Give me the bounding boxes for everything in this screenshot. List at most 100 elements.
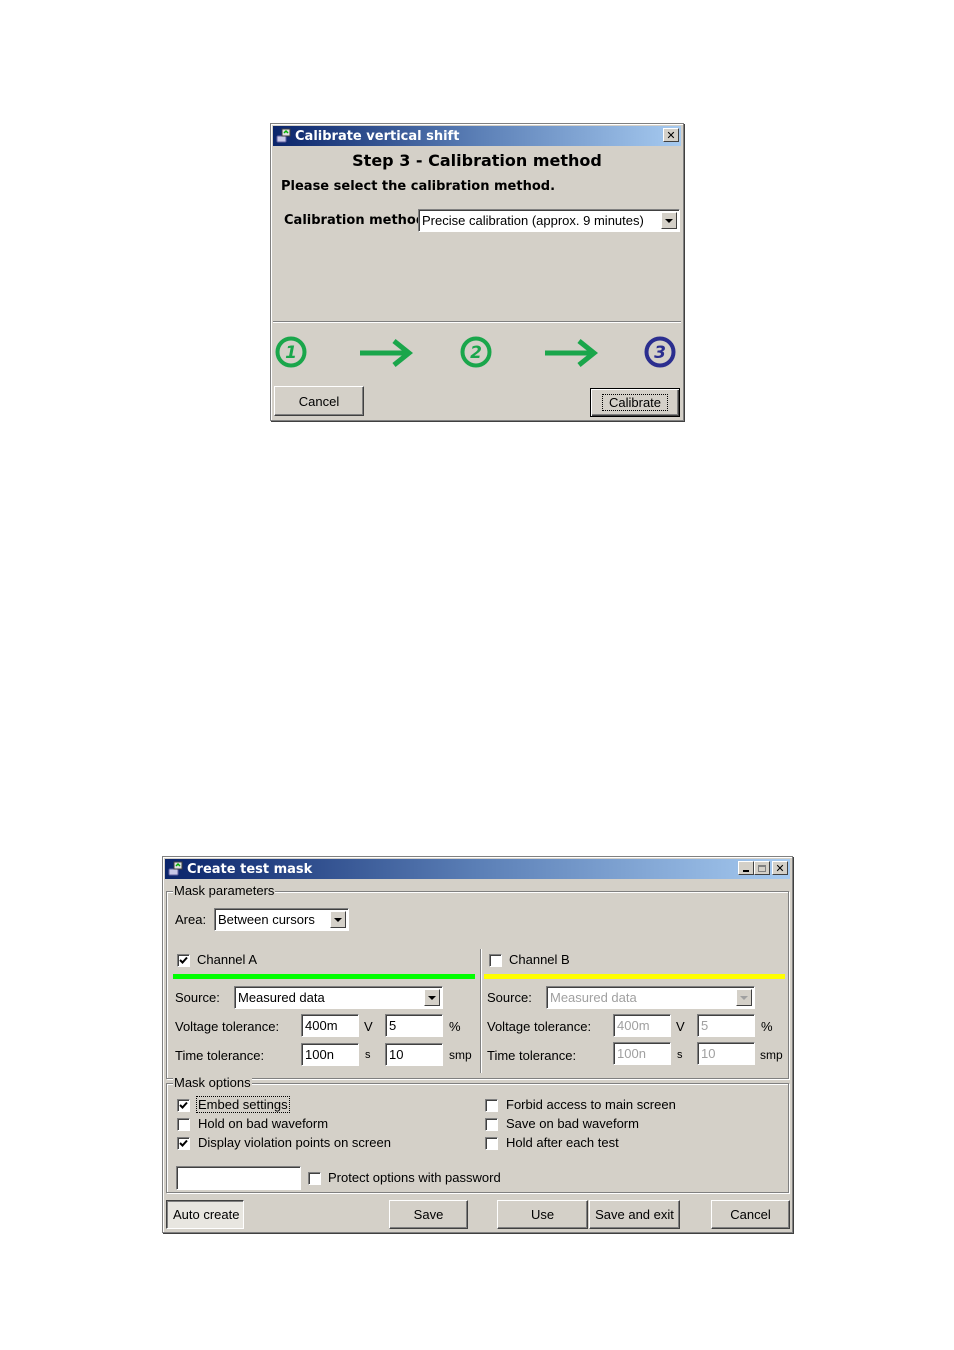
app-icon bbox=[276, 128, 292, 144]
display-violation-points-label: Display violation points on screen bbox=[198, 1135, 391, 1150]
step-3-indicator: 3 bbox=[644, 336, 676, 368]
channel-divider bbox=[480, 949, 482, 1073]
mask-options-title: Mask options bbox=[173, 1075, 252, 1090]
channel-b-samples-value: 10 bbox=[701, 1046, 716, 1061]
channel-b-time-label: Time tolerance: bbox=[487, 1048, 577, 1063]
channel-a-label: Channel A bbox=[197, 952, 257, 967]
channel-a-time-value: 100n bbox=[305, 1047, 334, 1062]
channel-b-checkbox[interactable] bbox=[489, 954, 502, 967]
cancel-label: Cancel bbox=[730, 1207, 771, 1222]
channel-b-label: Channel B bbox=[509, 952, 570, 967]
channel-b-voltage-input[interactable]: 400m bbox=[613, 1014, 671, 1037]
hold-on-bad-waveform-checkbox[interactable] bbox=[177, 1118, 190, 1131]
step-1-indicator: 1 bbox=[275, 336, 307, 368]
channel-a-samples-input[interactable]: 10 bbox=[385, 1043, 443, 1066]
dialog-titlebar: Calibrate vertical shift ✕ bbox=[273, 126, 681, 146]
auto-create-button[interactable]: Auto create bbox=[166, 1200, 244, 1229]
channel-a-voltage-input[interactable]: 400m bbox=[301, 1014, 359, 1037]
channel-b-voltage-pct-input[interactable]: 5 bbox=[697, 1014, 755, 1037]
display-violation-points-checkbox[interactable] bbox=[177, 1137, 190, 1150]
channel-a-voltage-label: Voltage tolerance: bbox=[175, 1019, 280, 1034]
arrow-right-icon bbox=[358, 338, 414, 371]
arrow-right-icon bbox=[543, 338, 599, 371]
channel-a-voltage-value: 400m bbox=[305, 1018, 338, 1033]
create-test-mask-dialog: Create test mask ✕ Mask parameters Area:… bbox=[162, 856, 793, 1233]
channel-a-time-input[interactable]: 100n bbox=[301, 1043, 359, 1066]
channel-b-source-value: Measured data bbox=[550, 990, 637, 1005]
channel-a-voltage-pct-unit: % bbox=[449, 1019, 461, 1034]
channel-b-samples-input[interactable]: 10 bbox=[697, 1042, 755, 1065]
calibration-method-label: Calibration method: bbox=[284, 213, 431, 228]
chevron-down-icon[interactable] bbox=[736, 989, 752, 1006]
embed-settings-label: Embed settings bbox=[196, 1096, 290, 1113]
chevron-down-icon[interactable] bbox=[661, 212, 677, 229]
channel-a-source-dropdown[interactable]: Measured data bbox=[234, 986, 443, 1009]
save-label: Save bbox=[413, 1207, 444, 1222]
channel-a-time-label: Time tolerance: bbox=[175, 1048, 265, 1063]
maximize-icon bbox=[758, 864, 766, 872]
channel-b-voltage-pct-value: 5 bbox=[701, 1018, 709, 1033]
maximize-button[interactable] bbox=[754, 861, 770, 875]
calibration-method-value: Precise calibration (approx. 9 minutes) bbox=[422, 213, 644, 228]
calibrate-button[interactable]: Calibrate bbox=[590, 388, 680, 417]
cancel-button-label: Cancel bbox=[298, 393, 340, 409]
app-icon bbox=[168, 861, 184, 877]
channel-b-samples-unit: smp bbox=[760, 1048, 783, 1062]
forbid-access-label: Forbid access to main screen bbox=[506, 1097, 676, 1112]
hold-on-bad-waveform-label: Hold on bad waveform bbox=[198, 1116, 329, 1131]
embed-settings-checkbox[interactable] bbox=[177, 1099, 190, 1112]
chevron-down-icon[interactable] bbox=[330, 911, 346, 928]
channel-a-samples-value: 10 bbox=[389, 1047, 404, 1062]
mask-parameters-title: Mask parameters bbox=[173, 883, 276, 898]
channel-a-voltage-pct-input[interactable]: 5 bbox=[385, 1014, 443, 1037]
area-dropdown[interactable]: Between cursors bbox=[214, 908, 349, 931]
channel-a-time-unit: s bbox=[365, 1049, 371, 1061]
close-button[interactable]: ✕ bbox=[663, 128, 679, 142]
save-and-exit-label: Save and exit bbox=[595, 1207, 674, 1222]
channel-b-source-label: Source: bbox=[487, 990, 532, 1005]
protect-options-checkbox[interactable] bbox=[308, 1172, 321, 1185]
auto-create-label: Auto create bbox=[173, 1207, 240, 1222]
channel-a-checkbox[interactable] bbox=[177, 954, 190, 967]
minimize-button[interactable] bbox=[738, 861, 754, 875]
channel-a-source-label: Source: bbox=[175, 990, 220, 1005]
close-button[interactable]: ✕ bbox=[772, 861, 788, 875]
step-heading: Step 3 - Calibration method bbox=[352, 151, 602, 170]
calibrate-button-label: Calibrate bbox=[601, 394, 669, 411]
cancel-button[interactable]: Cancel bbox=[711, 1200, 790, 1229]
hold-after-each-test-checkbox[interactable] bbox=[485, 1137, 498, 1150]
channel-b-time-value: 100n bbox=[617, 1046, 646, 1061]
calibration-method-dropdown[interactable]: Precise calibration (approx. 9 minutes) bbox=[418, 209, 680, 232]
dialog-title: Calibrate vertical shift bbox=[295, 128, 460, 144]
step-3-number: 3 bbox=[654, 343, 666, 363]
use-label: Use bbox=[530, 1207, 555, 1222]
dialog-title: Create test mask bbox=[187, 861, 313, 877]
save-button[interactable]: Save bbox=[389, 1200, 468, 1229]
step-1-number: 1 bbox=[285, 343, 297, 363]
save-on-bad-waveform-checkbox[interactable] bbox=[485, 1118, 498, 1131]
channel-b-time-input[interactable]: 100n bbox=[613, 1042, 671, 1065]
step-2-number: 2 bbox=[470, 343, 482, 363]
save-and-exit-button[interactable]: Save and exit bbox=[589, 1200, 680, 1229]
channel-a-samples-unit: smp bbox=[449, 1048, 472, 1062]
use-button[interactable]: Use bbox=[497, 1200, 588, 1229]
password-input[interactable] bbox=[176, 1166, 301, 1190]
protect-options-label: Protect options with password bbox=[328, 1170, 501, 1185]
channel-b-time-unit: s bbox=[677, 1049, 683, 1061]
cancel-button[interactable]: Cancel bbox=[274, 386, 364, 416]
channel-b-voltage-unit: V bbox=[676, 1019, 685, 1034]
channel-b-voltage-value: 400m bbox=[617, 1018, 650, 1033]
forbid-access-checkbox[interactable] bbox=[485, 1099, 498, 1112]
channel-b-voltage-pct-unit: % bbox=[761, 1019, 773, 1034]
channel-b-source-dropdown[interactable]: Measured data bbox=[546, 986, 755, 1009]
hold-after-each-test-label: Hold after each test bbox=[506, 1135, 619, 1150]
chevron-down-icon[interactable] bbox=[424, 989, 440, 1006]
save-on-bad-waveform-label: Save on bad waveform bbox=[506, 1116, 639, 1131]
channel-a-color-bar bbox=[173, 974, 475, 979]
channel-a-voltage-unit: V bbox=[364, 1019, 373, 1034]
channel-b-voltage-label: Voltage tolerance: bbox=[487, 1019, 592, 1034]
minimize-icon bbox=[743, 870, 749, 872]
close-icon: ✕ bbox=[666, 128, 676, 142]
channel-a-voltage-pct-value: 5 bbox=[389, 1018, 397, 1033]
area-label: Area: bbox=[175, 912, 207, 927]
